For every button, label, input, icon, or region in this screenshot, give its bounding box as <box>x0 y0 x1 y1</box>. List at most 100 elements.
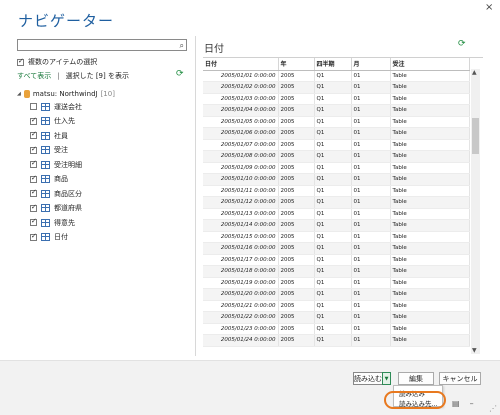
scroll-thumb[interactable] <box>472 118 479 154</box>
load-button[interactable]: 読み込む ▼ <box>353 372 391 385</box>
table-cell: 2005/01/09 0:00:00 <box>203 162 279 174</box>
tree-item-label: 仕入先 <box>54 117 75 125</box>
tree-item-checkbox[interactable] <box>30 188 37 197</box>
table-cell: 01 <box>351 116 391 128</box>
column-header[interactable]: 受注 <box>390 58 470 71</box>
tree-item[interactable]: 商品 <box>30 174 68 185</box>
table-cell: 01 <box>351 70 391 82</box>
table-cell: 2005 <box>278 162 315 174</box>
table-row: 2005/01/17 0:00:00 2005 Q1 01 Table <box>203 254 470 266</box>
tree-item-label: 運送会社 <box>54 102 82 111</box>
load-button-label: 読み込む <box>354 374 382 383</box>
table-row: 2005/01/24 0:00:00 2005 Q1 01 Table <box>203 334 470 347</box>
table-icon <box>41 160 50 169</box>
vertical-scrollbar[interactable]: ▲ ▼ <box>471 69 480 354</box>
load-dropdown-caret-icon[interactable]: ▼ <box>382 372 391 385</box>
column-header[interactable]: 年 <box>278 58 315 71</box>
multi-select-toggle[interactable]: 複数のアイテムの選択 <box>17 57 97 67</box>
tree-root[interactable]: ◢ matsu: NorthwindJ [10] <box>17 90 115 98</box>
table-icon <box>41 117 50 125</box>
table-cell: 2005/01/18 0:00:00 <box>203 265 279 278</box>
tree-item-checkbox[interactable] <box>30 217 37 226</box>
tree-item[interactable]: 日付 <box>30 232 68 243</box>
table-cell: Table <box>390 254 470 266</box>
tree-root-count: [10] <box>100 90 115 98</box>
table-cell: Table <box>390 139 470 151</box>
table-cell: Q1 <box>314 81 352 94</box>
tree-item[interactable]: 都道府県 <box>30 203 82 214</box>
show-selected-link[interactable]: 選択した [9] を表示 <box>66 71 129 81</box>
tree-item[interactable]: 運送会社 <box>30 101 82 112</box>
table-cell: 2005/01/08 0:00:00 <box>203 150 279 163</box>
tree-item[interactable]: 受注 <box>30 145 68 156</box>
table-cell: 01 <box>351 323 391 335</box>
search-icon[interactable]: ⌕ <box>180 41 184 51</box>
tree-item-checkbox[interactable] <box>30 174 37 183</box>
search-input[interactable]: ⌕ <box>17 39 187 51</box>
table-cell: 2005 <box>278 288 315 301</box>
table-cell: 2005 <box>278 81 315 94</box>
table-cell: 2005/01/19 0:00:00 <box>203 277 279 289</box>
refresh-icon[interactable]: ⟳ <box>176 69 184 79</box>
column-header[interactable]: 日付 <box>203 58 279 71</box>
table-cell: Q1 <box>314 116 352 128</box>
table-cell: 01 <box>351 139 391 151</box>
preview-refresh-icon[interactable]: ⟳ <box>458 39 466 49</box>
table-cell: Table <box>390 93 470 105</box>
table-cell: Table <box>390 81 470 94</box>
edit-button[interactable]: 編集 <box>398 372 434 385</box>
tree-item-checkbox[interactable] <box>30 145 37 154</box>
tree-item-checkbox[interactable] <box>30 203 37 212</box>
table-row: 2005/01/03 0:00:00 2005 Q1 01 Table <box>203 93 470 105</box>
table-row: 2005/01/20 0:00:00 2005 Q1 01 Table <box>203 288 470 301</box>
table-icon <box>41 146 50 154</box>
table-cell: 2005/01/21 0:00:00 <box>203 300 279 312</box>
table-cell: 2005 <box>278 334 315 347</box>
table-cell: 01 <box>351 334 391 347</box>
column-header[interactable]: 四半期 <box>314 58 352 71</box>
tree-item[interactable]: 得意先 <box>30 217 75 228</box>
table-cell: Table <box>390 323 470 335</box>
table-cell: 01 <box>351 231 391 243</box>
view-toggle-icons: ▤ – <box>452 399 474 408</box>
table-cell: 01 <box>351 242 391 255</box>
table-cell: 2005/01/10 0:00:00 <box>203 173 279 186</box>
resize-grip-icon[interactable]: ⋰ <box>489 404 497 413</box>
scroll-down-icon[interactable]: ▼ <box>472 347 477 354</box>
column-header[interactable]: 月 <box>351 58 391 71</box>
cancel-button[interactable]: キャンセル <box>439 372 481 385</box>
table-cell: Q1 <box>314 219 352 232</box>
grid-view-icon[interactable]: ▤ <box>452 399 460 408</box>
multi-select-checkbox[interactable] <box>17 57 24 66</box>
tree-item-checkbox[interactable] <box>30 232 37 241</box>
table-row: 2005/01/01 0:00:00 2005 Q1 01 Table <box>203 70 470 82</box>
table-cell: 2005 <box>278 242 315 255</box>
show-all-link[interactable]: すべて表示 <box>17 71 51 81</box>
tree-item-checkbox[interactable] <box>30 116 37 125</box>
tree-item-checkbox[interactable] <box>30 130 37 139</box>
scroll-up-icon[interactable]: ▲ <box>472 69 477 76</box>
tree-item-checkbox[interactable] <box>30 159 37 168</box>
table-cell: Q1 <box>314 334 352 347</box>
table-cell: Q1 <box>314 196 352 209</box>
table-cell: Q1 <box>314 254 352 266</box>
table-cell: Q1 <box>314 150 352 163</box>
table-cell: 2005 <box>278 311 315 324</box>
table-cell: 2005/01/07 0:00:00 <box>203 139 279 151</box>
tree-item[interactable]: 仕入先 <box>30 116 75 127</box>
table-row: 2005/01/13 0:00:00 2005 Q1 01 Table <box>203 208 470 220</box>
tree-item[interactable]: 受注明細 <box>30 159 82 170</box>
table-cell: 2005/01/13 0:00:00 <box>203 208 279 220</box>
tree-item-label: 社員 <box>54 131 68 140</box>
table-cell: 2005 <box>278 150 315 163</box>
table-cell: 01 <box>351 311 391 324</box>
table-cell: Table <box>390 277 470 289</box>
minimize-icon[interactable]: – <box>470 399 474 408</box>
tree-item-label: 受注 <box>54 146 68 154</box>
tree-item[interactable]: 商品区分 <box>30 188 82 199</box>
tree-item[interactable]: 社員 <box>30 130 68 141</box>
collapse-triangle-icon[interactable]: ◢ <box>17 91 21 97</box>
table-cell: 2005/01/24 0:00:00 <box>203 334 279 347</box>
close-icon[interactable]: × <box>485 2 493 13</box>
tree-item-checkbox[interactable] <box>30 103 37 110</box>
